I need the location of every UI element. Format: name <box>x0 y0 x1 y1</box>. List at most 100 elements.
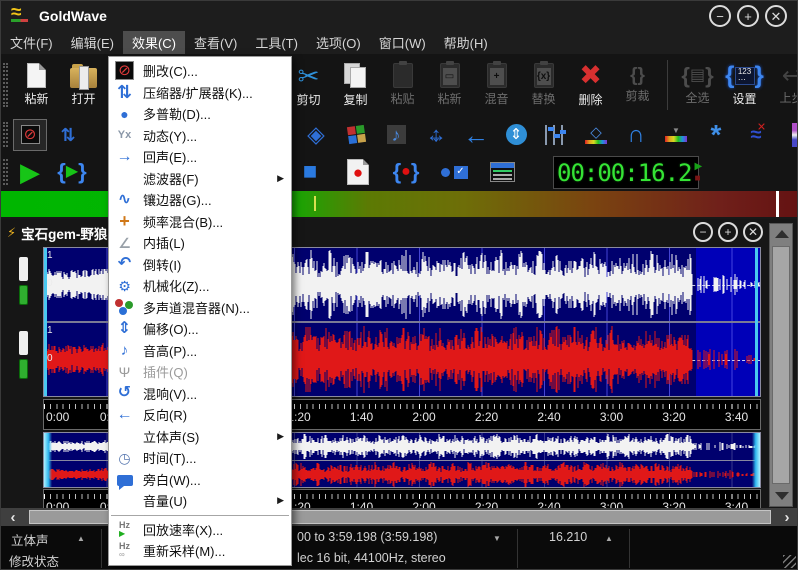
menubar-item-5[interactable]: 选项(O) <box>307 31 370 54</box>
channel-mode-status[interactable]: 立体声 <box>11 530 49 549</box>
toolbar-button-粘贴[interactable]: 粘贴 <box>379 60 426 110</box>
toolbar-button-设置[interactable]: {123⋯}设置 <box>721 61 768 110</box>
play-selection-button[interactable]: {▶} <box>55 156 89 188</box>
vertical-scrollbar-thumb[interactable] <box>772 246 790 484</box>
reverse-arrow-button[interactable]: ← <box>459 119 493 151</box>
close-button[interactable]: ✕ <box>765 5 787 27</box>
menubar-item-6[interactable]: 窗口(W) <box>370 31 435 54</box>
menubar-item-1[interactable]: 编辑(E) <box>62 31 123 54</box>
toolbar-button-粘新[interactable]: ▭粘新 <box>426 60 473 110</box>
clip-edge-button[interactable] <box>779 119 798 151</box>
effects-menu-item-23[interactable]: Hz∞重新采样(M)... <box>109 540 291 562</box>
selection-end-marker[interactable] <box>755 248 758 396</box>
play-button[interactable]: ▶ <box>13 156 47 188</box>
selection-start-marker[interactable] <box>44 248 47 396</box>
toolbar-drag-handle[interactable] <box>3 122 8 148</box>
toolbar-button-粘新[interactable]: 粘新 <box>13 60 60 110</box>
right-channel-fader-handle[interactable] <box>19 359 28 379</box>
toolbar-button-剪裁[interactable]: {}剪裁 <box>614 63 661 107</box>
effects-menu-item-7[interactable]: +频率混合(B)... <box>109 211 291 233</box>
effects-menu-item-20[interactable]: 音量(U)▶ <box>109 490 291 512</box>
effects-menu-item-6[interactable]: ∿镶边器(G)... <box>109 189 291 211</box>
effects-menu-item-4[interactable]: →回声(E)... <box>109 146 291 168</box>
effects-menu-item-13[interactable]: ♪音高(P)... <box>109 340 291 362</box>
expand-arrows-button[interactable]: ↔↕ <box>419 119 453 151</box>
toolbar-button-上步[interactable]: ↩上步 <box>768 61 798 109</box>
effects-menu-item-19[interactable]: 旁白(W)... <box>109 469 291 491</box>
spark-button[interactable]: * <box>699 119 733 151</box>
effects-menu-item-18[interactable]: ◷时间(T)... <box>109 447 291 469</box>
record-selection-button[interactable]: {●} <box>389 156 423 188</box>
menu-item-label: 回声(E)... <box>143 147 197 166</box>
effects-menu-item-9[interactable]: ↶倒转(I) <box>109 254 291 276</box>
maximize-button[interactable]: + <box>718 222 738 242</box>
new-file-icon <box>27 63 46 88</box>
compressor-icon: ⇅ <box>60 126 75 144</box>
vertical-scrollbar[interactable] <box>769 223 793 507</box>
left-channel-fader-handle[interactable] <box>19 285 28 305</box>
overview-selection-start <box>44 433 52 487</box>
stop-button[interactable]: ■ <box>293 156 327 188</box>
effects-menu-item-22[interactable]: Hz▶回放速率(X)... <box>109 519 291 541</box>
menubar-item-7[interactable]: 帮助(H) <box>435 31 497 54</box>
properties-window-button[interactable] <box>485 156 519 188</box>
mix-colors-button[interactable] <box>339 119 373 151</box>
effects-menu-item-10[interactable]: ⚙机械化(Z)... <box>109 275 291 297</box>
effects-menu-item-12[interactable]: ⇕偏移(O)... <box>109 318 291 340</box>
minimize-button[interactable]: − <box>709 5 731 27</box>
right-channel-fader[interactable] <box>19 331 28 355</box>
effects-menu-item-1[interactable]: ⇅压缩器/扩展器(K)... <box>109 82 291 104</box>
no-entry-button[interactable]: ⊘ <box>13 119 47 151</box>
pitch-box-button[interactable]: ♪ <box>379 119 413 151</box>
effects-menu-item-3[interactable]: Yx动态(Y)... <box>109 125 291 147</box>
offset-ball-button[interactable]: ⇕ <box>499 119 533 151</box>
doppler-star-button[interactable]: ◈ <box>299 119 333 151</box>
triangle-up-icon[interactable]: ▲ <box>605 534 613 543</box>
resize-grip[interactable] <box>783 555 796 568</box>
scroll-right-icon[interactable]: › <box>775 508 798 526</box>
effects-menu-item-17[interactable]: 立体声(S)▶ <box>109 426 291 448</box>
equalizer-button[interactable] <box>539 119 573 151</box>
plugin-icon: Ψ <box>119 365 131 379</box>
marker-position-status[interactable]: 16.210 <box>549 530 587 544</box>
close-button[interactable]: ✕ <box>743 222 763 242</box>
effects-menu-item-2[interactable]: ●多普勒(D)... <box>109 103 291 125</box>
toolbar-drag-handle[interactable] <box>3 63 8 106</box>
effects-menu-item-8[interactable]: ∠内插(L) <box>109 232 291 254</box>
scroll-left-icon[interactable]: ‹ <box>1 508 25 526</box>
triangle-down-icon[interactable]: ▼ <box>493 534 501 543</box>
monitor-toggle-button[interactable]: ✓ <box>437 156 471 188</box>
toolbar-button-删除[interactable]: ✖删除 <box>567 59 614 111</box>
compressor-button[interactable]: ⇅ <box>51 119 85 151</box>
toolbar-button-混音[interactable]: +混音 <box>473 60 520 110</box>
toolbar-button-复制[interactable]: 复制 <box>332 60 379 111</box>
silence-x-button[interactable]: ≈✕ <box>739 119 773 151</box>
menubar-item-0[interactable]: 文件(F) <box>1 31 62 54</box>
menubar-item-3[interactable]: 查看(V) <box>185 31 246 54</box>
effects-menu-item-15[interactable]: ↺混响(V)... <box>109 383 291 405</box>
selection-range-status[interactable]: 00 to 3:59.198 (3:59.198) <box>297 530 437 544</box>
effects-menu-item-5[interactable]: 滤波器(F)▶ <box>109 168 291 190</box>
minimize-button[interactable]: − <box>693 222 713 242</box>
triangle-up-icon[interactable]: ▲ <box>77 534 85 543</box>
toolbar-button-替换[interactable]: {x}替换 <box>520 60 567 110</box>
menubar-item-4[interactable]: 工具(T) <box>246 31 307 54</box>
effects-menu-item-0[interactable]: ⊘删改(C)... <box>109 60 291 82</box>
interpolate-icon: ∠ <box>118 236 131 250</box>
spectrum-button[interactable]: ▼ <box>659 119 693 151</box>
maximize-button[interactable]: + <box>737 5 759 27</box>
effects-menu-item-11[interactable]: 多声道混音器(N)... <box>109 297 291 319</box>
toolbar-button-label: 粘新 <box>437 90 461 107</box>
left-channel-fader[interactable] <box>19 257 28 281</box>
flanger-hex-button[interactable]: ◇ <box>579 119 613 151</box>
scroll-down-icon[interactable] <box>775 492 789 500</box>
scroll-up-icon[interactable] <box>775 230 789 238</box>
menubar-item-2[interactable]: 效果(C) <box>123 31 185 54</box>
reverb-gate-button[interactable]: ∩ <box>619 119 653 151</box>
record-button[interactable]: ● <box>341 156 375 188</box>
toolbar-button-剪切[interactable]: ✂剪切 <box>285 60 332 111</box>
effects-menu-item-16[interactable]: ←反向(R) <box>109 404 291 426</box>
toolbar-button-打开[interactable]: 打开 <box>60 60 107 110</box>
toolbar-drag-handle[interactable] <box>3 159 8 186</box>
toolbar-button-全选[interactable]: {▤}全选 <box>674 62 721 109</box>
